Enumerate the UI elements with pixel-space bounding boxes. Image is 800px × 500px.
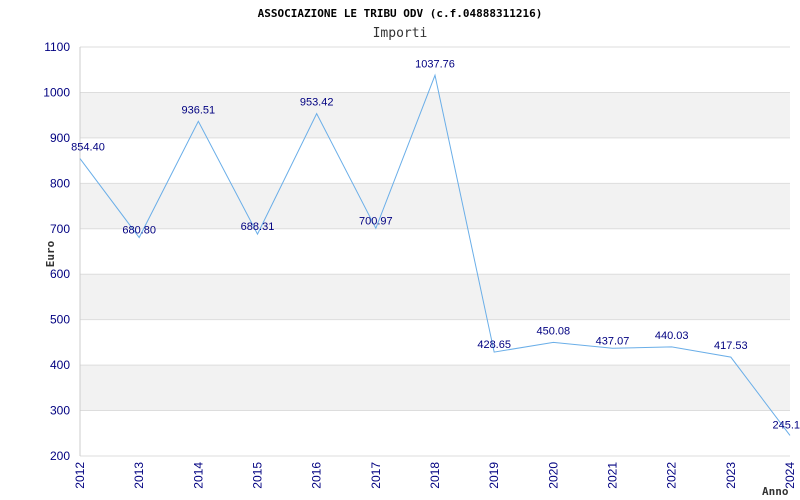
- data-label: 854.40: [71, 142, 105, 154]
- chart-title: ASSOCIAZIONE LE TRIBU ODV (c.f.048883112…: [258, 7, 543, 20]
- y-tick-label: 1100: [44, 40, 70, 54]
- grid-band: [80, 183, 790, 229]
- y-tick-label: 500: [50, 313, 70, 327]
- x-tick-label: 2013: [132, 462, 146, 489]
- x-axis-label: Anno: [762, 485, 789, 498]
- x-tick-label: 2023: [724, 462, 738, 489]
- x-tick-labels: 2012 2013 2014 2015 2016 2017 2018 2019 2020 2021…: [73, 462, 797, 489]
- y-axis-label: Euro: [44, 240, 57, 267]
- data-label: 688.31: [241, 221, 275, 233]
- y-tick-label: 400: [50, 358, 70, 372]
- grid-band: [80, 274, 790, 320]
- data-label: 936.51: [182, 104, 216, 116]
- data-label: 1037.76: [415, 58, 455, 70]
- data-label: 437.07: [596, 335, 630, 347]
- grid-band: [80, 365, 790, 411]
- y-tick-label: 900: [50, 131, 70, 145]
- chart-subtitle: Importi: [373, 26, 428, 41]
- x-tick-label: 2018: [428, 462, 442, 489]
- y-tick-label: 300: [50, 404, 70, 418]
- data-label: 417.53: [714, 340, 748, 352]
- y-tick-label: 600: [50, 267, 70, 281]
- x-tick-label: 2016: [310, 462, 324, 489]
- x-tick-label: 2017: [369, 462, 383, 489]
- x-tick-label: 2014: [191, 462, 205, 489]
- line-chart: 20030040050060070080090010001100 2012 201…: [43, 7, 800, 498]
- x-tick-label: 2022: [665, 462, 679, 489]
- grid-band: [80, 228, 790, 275]
- data-label: 440.03: [655, 330, 689, 342]
- x-tick-label: 2015: [251, 462, 265, 489]
- x-tick-label: 2019: [487, 462, 501, 489]
- y-tick-label: 1000: [43, 85, 70, 99]
- y-tick-label: 200: [50, 449, 70, 463]
- grid-band: [80, 319, 790, 366]
- x-tick-label: 2021: [606, 462, 620, 489]
- y-tick-label: 800: [50, 176, 70, 190]
- y-tick-label: 700: [50, 222, 70, 236]
- data-label: 428.65: [477, 339, 511, 351]
- grid-band: [80, 410, 790, 456]
- data-label: 953.42: [300, 97, 334, 109]
- data-label: 680.80: [122, 225, 156, 237]
- data-label: 450.08: [537, 325, 571, 337]
- data-label: 245.1: [772, 419, 800, 431]
- x-tick-label: 2020: [546, 462, 560, 489]
- data-label: 700.97: [359, 215, 393, 227]
- x-tick-label: 2012: [73, 462, 87, 489]
